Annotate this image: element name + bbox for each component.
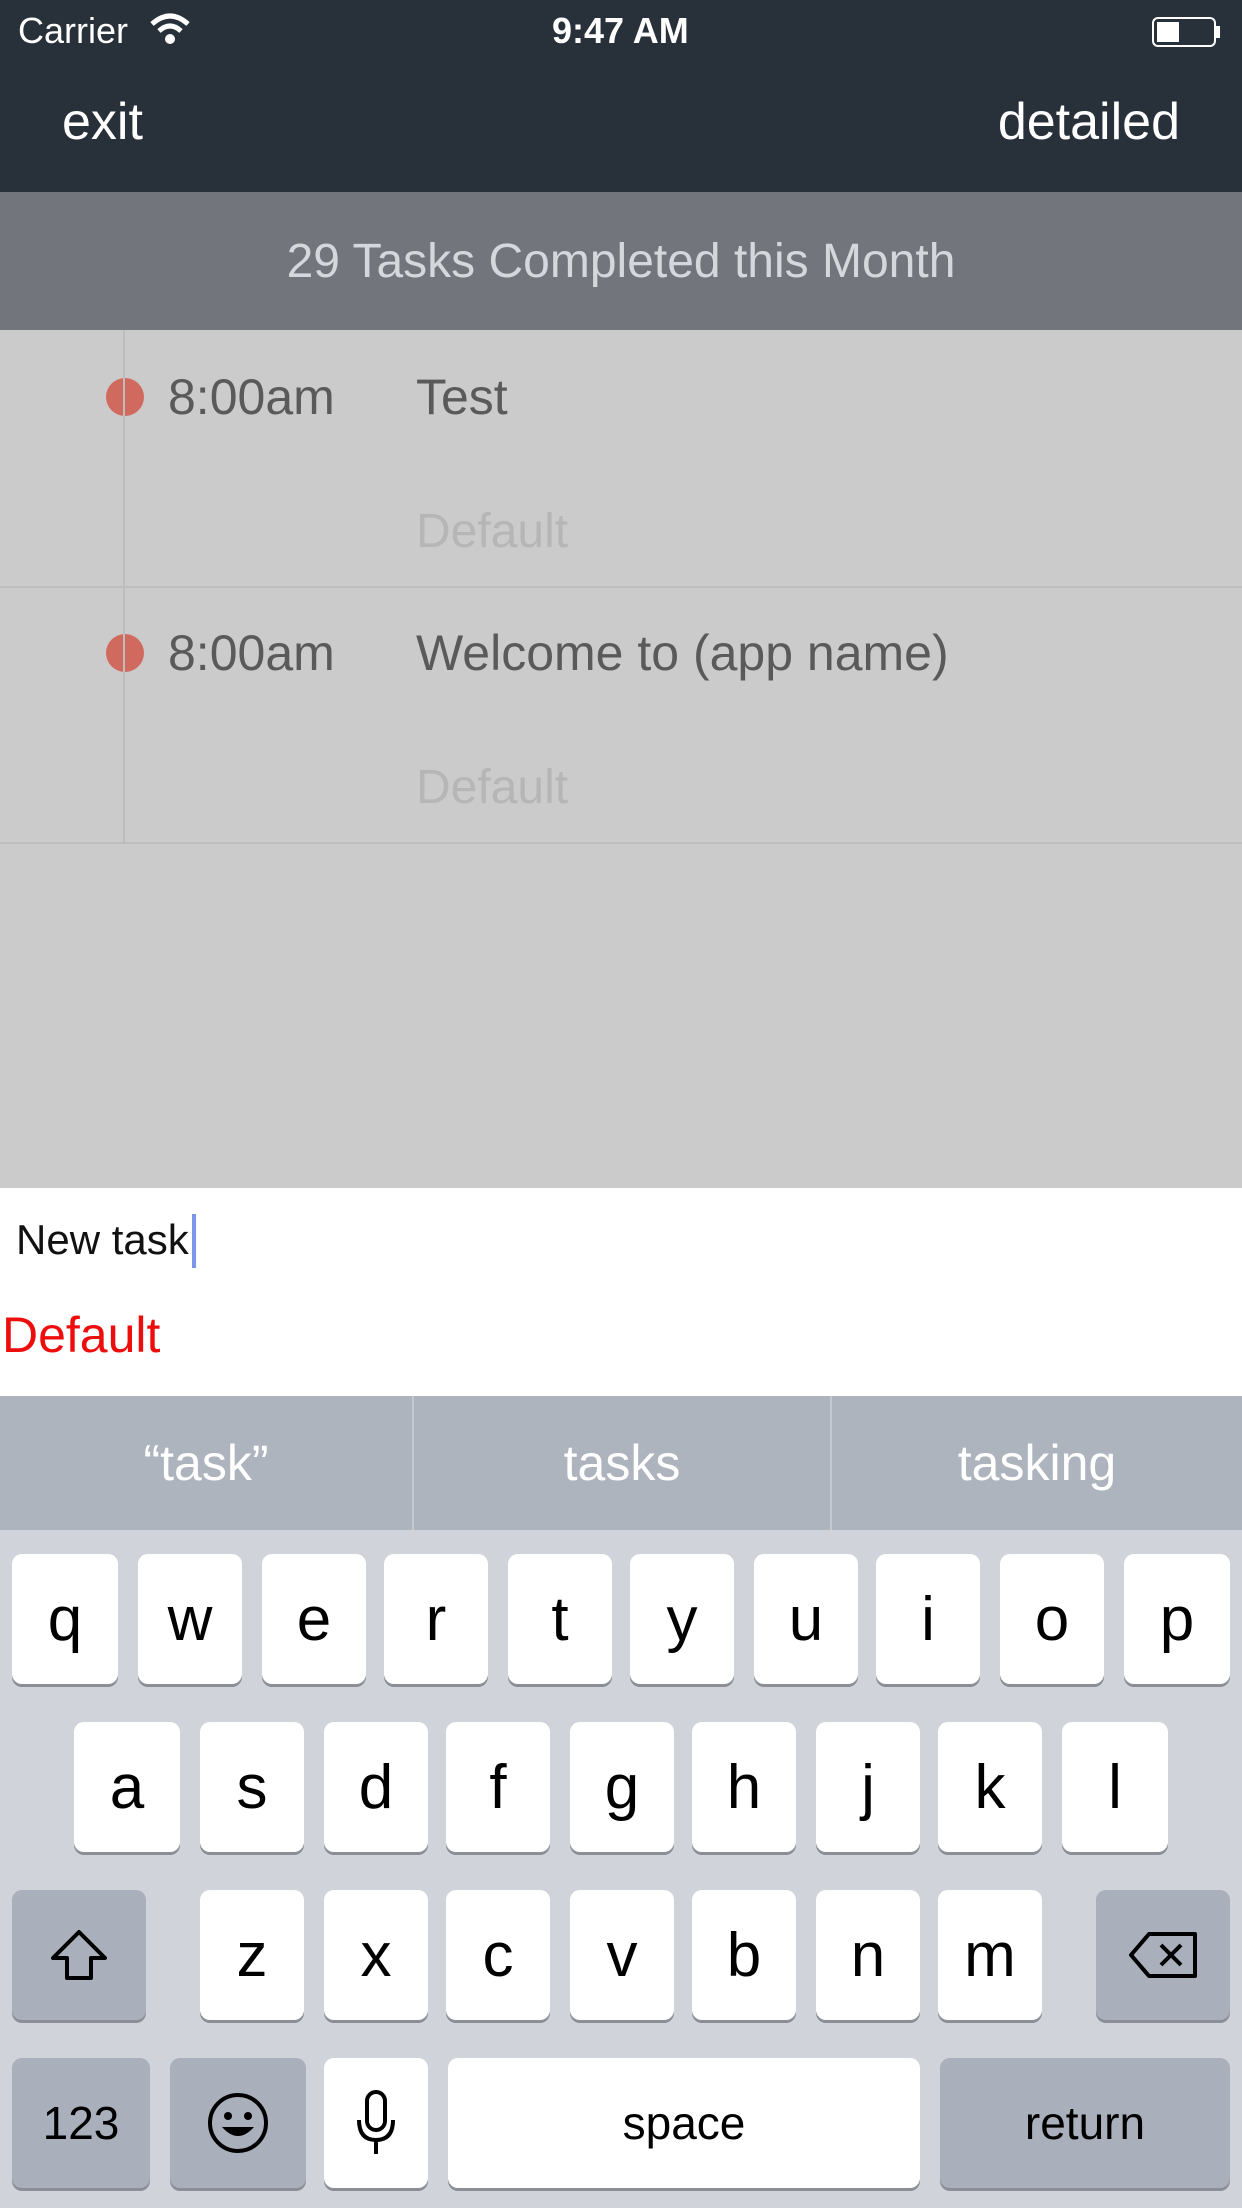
tasks-completed-banner: 29 Tasks Completed this Month <box>0 192 1242 330</box>
key-s[interactable]: s <box>200 1722 304 1852</box>
timeline-line <box>123 330 125 842</box>
numbers-key[interactable]: 123 <box>12 2058 150 2188</box>
clock: 9:47 AM <box>552 10 689 51</box>
category-selector[interactable]: Default <box>2 1306 160 1364</box>
new-task-input[interactable] <box>16 1210 916 1270</box>
key-k[interactable]: k <box>938 1722 1042 1852</box>
key-g[interactable]: g <box>570 1722 674 1852</box>
wifi-icon <box>150 12 190 46</box>
emoji-icon <box>208 2093 268 2153</box>
key-j[interactable]: j <box>816 1722 920 1852</box>
microphone-icon <box>357 2090 395 2154</box>
priority-dot-icon <box>106 634 144 672</box>
carrier-label: Carrier <box>18 10 129 51</box>
emoji-key[interactable] <box>170 2058 306 2188</box>
status-bar: Carrier 9:47 AM <box>0 0 1242 62</box>
detailed-button[interactable]: detailed <box>998 92 1180 152</box>
key-x[interactable]: x <box>324 1890 428 2020</box>
exit-button[interactable]: exit <box>62 92 143 152</box>
navigation-bar: exit detailed <box>0 62 1242 192</box>
key-q[interactable]: q <box>12 1554 118 1684</box>
key-b[interactable]: b <box>692 1890 796 2020</box>
delete-key[interactable] <box>1096 1890 1230 2020</box>
text-cursor <box>192 1214 196 1268</box>
key-y[interactable]: y <box>630 1554 734 1684</box>
backspace-icon <box>1129 1932 1197 1978</box>
priority-dot-icon <box>106 378 144 416</box>
task-title: Welcome to (app name) <box>416 625 949 681</box>
task-list: 8:00am Test Default 8:00am Welcome to (a… <box>0 330 1242 1188</box>
predictive-bar: “task” tasks tasking <box>0 1396 1242 1530</box>
task-row[interactable]: 8:00am Welcome to (app name) Default <box>0 586 1242 844</box>
battery-icon <box>1152 16 1222 48</box>
new-task-panel: Default <box>0 1188 1242 1396</box>
key-u[interactable]: u <box>754 1554 858 1684</box>
task-category: Default <box>416 761 569 814</box>
key-e[interactable]: e <box>262 1554 366 1684</box>
shift-key[interactable] <box>12 1890 146 2020</box>
key-h[interactable]: h <box>692 1722 796 1852</box>
keyboard: q w e r t y u i o p a s d f g h j k l z … <box>0 1530 1242 2208</box>
key-w[interactable]: w <box>138 1554 242 1684</box>
key-l[interactable]: l <box>1062 1722 1168 1852</box>
key-i[interactable]: i <box>876 1554 980 1684</box>
key-t[interactable]: t <box>508 1554 612 1684</box>
task-time: 8:00am <box>168 369 335 425</box>
suggestion-item[interactable]: tasks <box>414 1396 830 1530</box>
key-z[interactable]: z <box>200 1890 304 2020</box>
key-o[interactable]: o <box>1000 1554 1104 1684</box>
key-n[interactable]: n <box>816 1890 920 2020</box>
key-p[interactable]: p <box>1124 1554 1230 1684</box>
key-c[interactable]: c <box>446 1890 550 2020</box>
key-v[interactable]: v <box>570 1890 674 2020</box>
task-title: Test <box>416 369 508 425</box>
task-row[interactable]: 8:00am Test Default <box>0 330 1242 588</box>
task-time: 8:00am <box>168 625 335 681</box>
key-f[interactable]: f <box>446 1722 550 1852</box>
suggestion-item[interactable]: tasking <box>832 1396 1242 1530</box>
key-r[interactable]: r <box>384 1554 488 1684</box>
space-key[interactable]: space <box>448 2058 920 2188</box>
key-d[interactable]: d <box>324 1722 428 1852</box>
suggestion-item[interactable]: “task” <box>0 1396 412 1530</box>
key-m[interactable]: m <box>938 1890 1042 2020</box>
shift-icon <box>51 1930 107 1980</box>
dictation-key[interactable] <box>324 2058 428 2188</box>
task-category: Default <box>416 505 569 558</box>
return-key[interactable]: return <box>940 2058 1230 2188</box>
key-a[interactable]: a <box>74 1722 180 1852</box>
